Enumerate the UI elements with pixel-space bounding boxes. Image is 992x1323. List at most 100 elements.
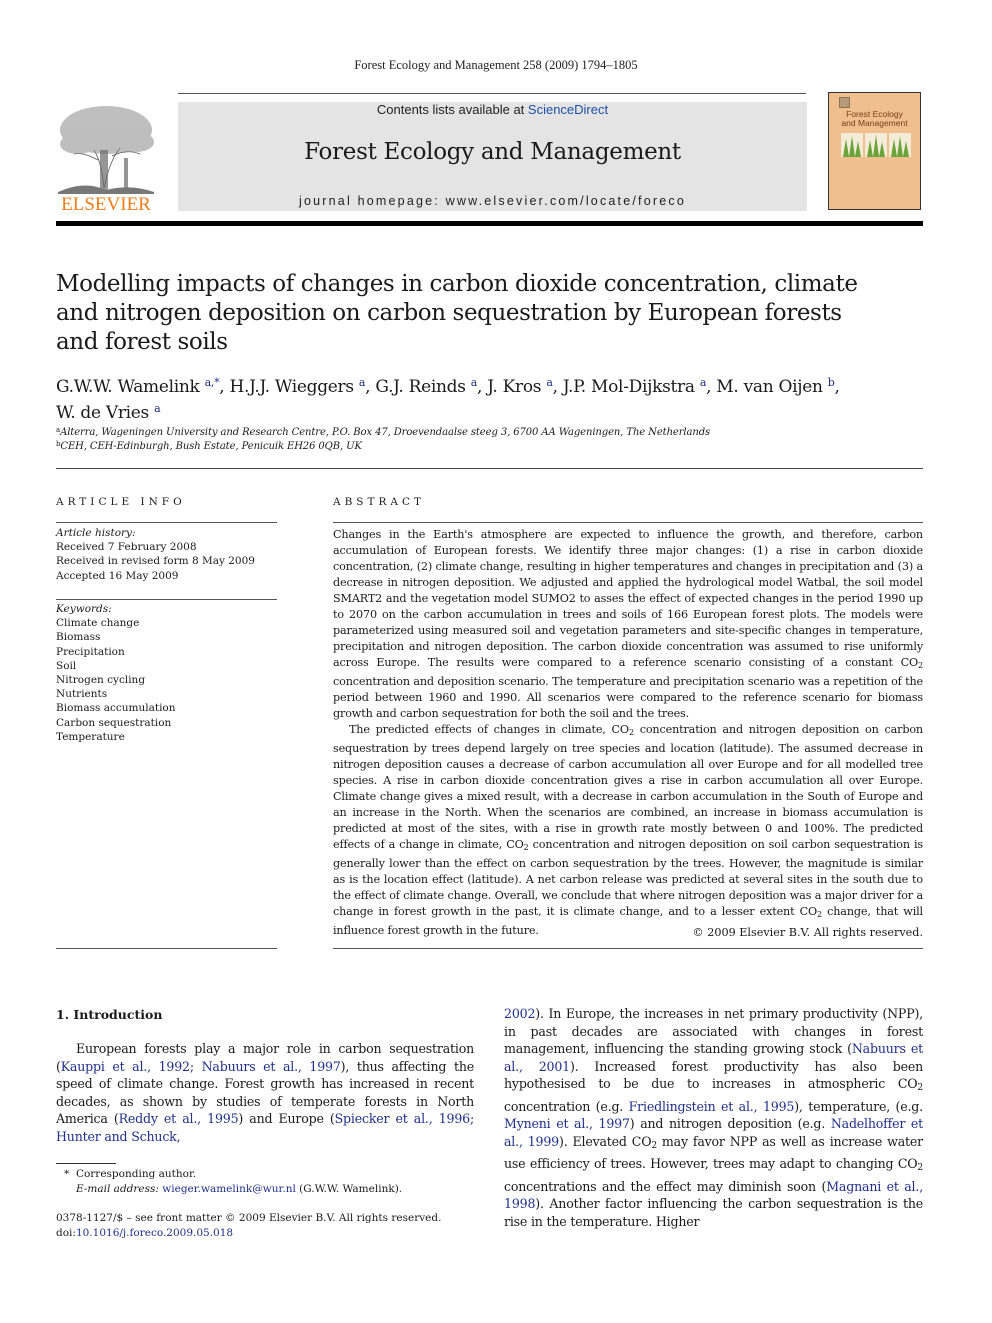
body-text: concentrations and the effect may dimini… bbox=[504, 1178, 827, 1194]
article-info-heading: ARTICLE INFO bbox=[56, 496, 186, 508]
elsevier-logo[interactable]: ELSEVIER bbox=[54, 100, 158, 215]
history-item: Accepted 16 May 2009 bbox=[56, 569, 179, 582]
email-link[interactable]: wieger.wamelink@wur.nl bbox=[162, 1183, 296, 1195]
abstract-text: The predicted effects of changes in clim… bbox=[349, 723, 629, 736]
author-affiliation-marker[interactable]: a bbox=[154, 402, 161, 415]
author[interactable]: M. van Oijen b bbox=[716, 376, 835, 397]
keyword: Nitrogen cycling bbox=[56, 674, 146, 687]
keyword: Nutrients bbox=[56, 688, 108, 701]
header-rule bbox=[178, 93, 806, 94]
author-separator: , bbox=[552, 377, 563, 397]
title-line: and forest soils bbox=[56, 329, 228, 355]
body-text: ). Elevated CO bbox=[558, 1133, 652, 1149]
doi-prefix: doi: bbox=[56, 1226, 76, 1239]
abstract-text: concentration and nitrogen deposition on… bbox=[333, 723, 923, 851]
cover-forest-icon bbox=[841, 133, 911, 157]
author[interactable]: J.P. Mol-Dijkstra a bbox=[562, 376, 707, 397]
header-thick-rule bbox=[56, 221, 923, 226]
author-affiliation-marker[interactable]: b bbox=[828, 376, 835, 389]
keyword: Biomass bbox=[56, 631, 101, 644]
body-text: ), temperature, (e.g. bbox=[794, 1098, 923, 1114]
corresponding-label: Corresponding author. bbox=[75, 1168, 197, 1180]
author-name: W. de Vries bbox=[56, 403, 149, 423]
front-matter: 0378-1127/$ – see front matter © 2009 El… bbox=[56, 1211, 486, 1240]
introduction-right-column: 2002). In Europe, the increases in net p… bbox=[504, 1005, 923, 1230]
keyword: Soil bbox=[56, 659, 77, 672]
email-label: E-mail address: bbox=[76, 1182, 159, 1195]
introduction-left-column: European forests play a major role in ca… bbox=[56, 1040, 474, 1145]
keyword: Precipitation bbox=[56, 645, 125, 658]
body-text: ). Another factor influencing the carbon… bbox=[504, 1196, 923, 1229]
subscript: 2 bbox=[917, 1083, 923, 1093]
author-separator: , bbox=[706, 377, 717, 397]
abstract-heading: ABSTRACT bbox=[333, 496, 426, 508]
abstract-copyright: © 2009 Elsevier B.V. All rights reserved… bbox=[692, 926, 923, 939]
journal-cover-thumbnail[interactable]: Forest Ecology and Management bbox=[828, 92, 921, 210]
doi-link[interactable]: 10.1016/j.foreco.2009.05.018 bbox=[76, 1227, 233, 1239]
introduction-paragraph: European forests play a major role in ca… bbox=[56, 1040, 474, 1145]
citation-link[interactable]: 2002 bbox=[504, 1006, 535, 1021]
running-head: Forest Ecology and Management 258 (2009)… bbox=[354, 58, 638, 72]
abstract-paragraph: The predicted effects of changes in clim… bbox=[333, 722, 923, 939]
history-label: Article history: bbox=[56, 527, 136, 539]
article-info-rule bbox=[56, 522, 277, 523]
affiliation: aAlterra, Wageningen University and Rese… bbox=[56, 426, 710, 438]
author-name: M. van Oijen bbox=[716, 377, 823, 397]
cover-title-line2: and Management bbox=[841, 118, 908, 128]
author-separator: , bbox=[477, 377, 488, 397]
keywords: Keywords: Climate change Biomass Precipi… bbox=[56, 602, 277, 744]
author[interactable]: H.J.J. Wieggers a bbox=[230, 376, 366, 397]
contents-prefix: Contents lists available at bbox=[376, 102, 528, 117]
author-separator: , bbox=[219, 377, 230, 397]
article-history: Article history: Received 7 February 200… bbox=[56, 526, 277, 583]
corresponding-author-footnote: * Corresponding author. E-mail address: … bbox=[64, 1167, 484, 1196]
keyword: Temperature bbox=[56, 730, 125, 743]
subscript: 2 bbox=[917, 1163, 923, 1173]
introduction-paragraph: 2002). In Europe, the increases in net p… bbox=[504, 1005, 923, 1230]
citation-link[interactable]: Myneni et al., 1997 bbox=[504, 1116, 630, 1131]
author-name: G.J. Reinds bbox=[375, 377, 466, 397]
article-info-bottom-rule bbox=[56, 948, 277, 949]
cover-title: Forest Ecology and Management bbox=[829, 110, 920, 128]
citation-link[interactable]: Reddy et al., 1995 bbox=[119, 1111, 239, 1126]
author-affiliation-marker[interactable]: a,* bbox=[205, 376, 220, 389]
history-item: Received 7 February 2008 bbox=[56, 541, 197, 554]
citation-link[interactable]: Friedlingstein et al., 1995 bbox=[629, 1099, 795, 1114]
elsevier-tree-icon: ELSEVIER bbox=[58, 106, 154, 215]
author-name: G.W.W. Wamelink bbox=[56, 377, 200, 397]
title-line: Modelling impacts of changes in carbon d… bbox=[56, 271, 858, 297]
author[interactable]: W. de Vries a bbox=[56, 402, 161, 423]
abstract-text: Changes in the Earth's atmosphere are ex… bbox=[333, 528, 923, 669]
body-text: concentration (e.g. bbox=[504, 1098, 629, 1114]
keywords-rule bbox=[56, 599, 277, 600]
journal-title: Forest Ecology and Management bbox=[304, 139, 681, 165]
section-divider bbox=[56, 468, 923, 469]
abstract-text: concentration and deposition scenario. T… bbox=[333, 675, 923, 720]
elsevier-wordmark: ELSEVIER bbox=[61, 194, 151, 212]
journal-homepage[interactable]: journal homepage: www.elsevier.com/locat… bbox=[178, 194, 807, 208]
journal-banner: Contents lists available at ScienceDirec… bbox=[178, 102, 807, 211]
author-name: J.P. Mol-Dijkstra bbox=[562, 377, 695, 397]
keyword: Biomass accumulation bbox=[56, 702, 176, 715]
front-matter-text: 0378-1127/$ – see front matter © 2009 El… bbox=[56, 1212, 442, 1224]
sciencedirect-link[interactable]: ScienceDirect bbox=[528, 102, 608, 117]
footnote-rule bbox=[56, 1163, 116, 1164]
citation-link[interactable]: Kauppi et al., 1992; Nabuurs et al., 199… bbox=[61, 1059, 341, 1074]
author-name: J. Kros bbox=[487, 377, 542, 397]
body-text: ) and nitrogen deposition (e.g. bbox=[629, 1116, 831, 1131]
affiliation-text: CEH, CEH-Edinburgh, Bush Estate, Penicui… bbox=[60, 441, 362, 452]
keyword: Climate change bbox=[56, 617, 140, 630]
author[interactable]: G.J. Reinds a bbox=[375, 376, 477, 397]
author[interactable]: G.W.W. Wamelink a,* bbox=[56, 376, 220, 397]
affiliation: bCEH, CEH-Edinburgh, Bush Estate, Penicu… bbox=[56, 440, 362, 452]
footnote-marker: * bbox=[64, 1168, 70, 1180]
abstract-body: Changes in the Earth's atmosphere are ex… bbox=[333, 527, 923, 939]
contents-line: Contents lists available at ScienceDirec… bbox=[178, 102, 807, 117]
body-text: ) and Europe ( bbox=[238, 1111, 335, 1126]
abstract-paragraph: Changes in the Earth's atmosphere are ex… bbox=[333, 527, 923, 722]
subscript: 2 bbox=[918, 661, 923, 670]
keywords-label: Keywords: bbox=[56, 603, 112, 615]
author[interactable]: J. Kros a bbox=[487, 376, 553, 397]
abstract-rule bbox=[333, 522, 923, 523]
author-separator: , bbox=[834, 377, 840, 397]
